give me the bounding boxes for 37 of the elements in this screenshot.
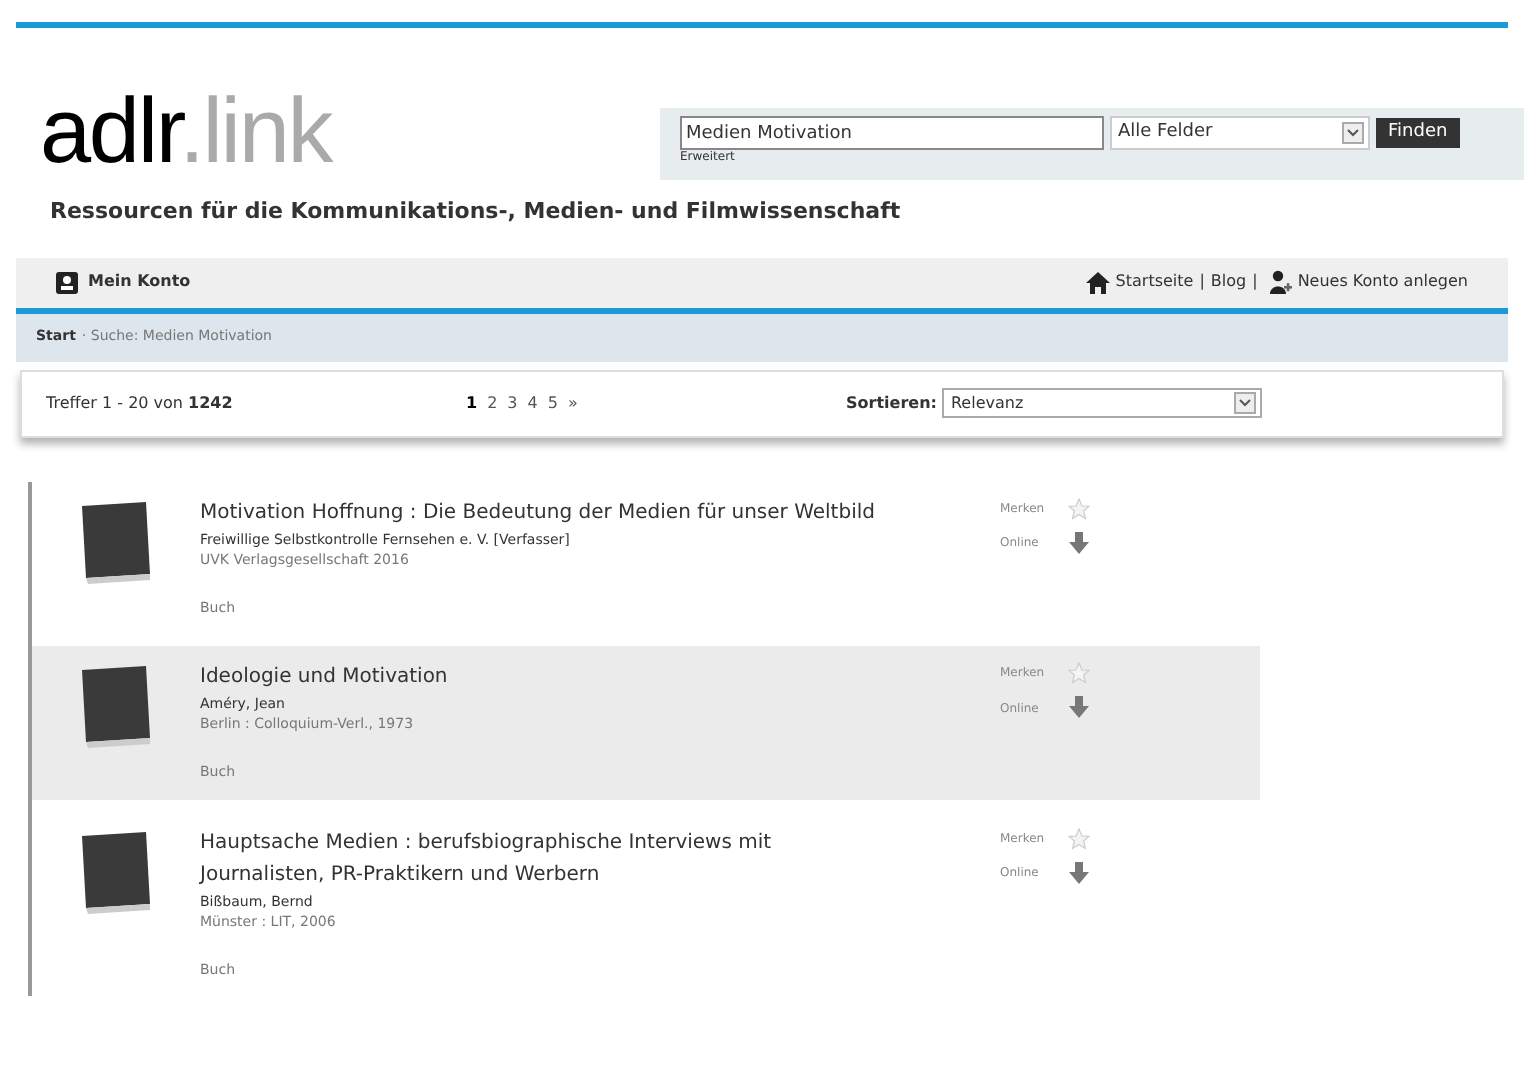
book-icon [76,666,156,750]
account-icon [56,271,78,293]
download-icon[interactable] [1068,861,1090,885]
result-title[interactable]: Motivation Hoffnung : Die Bedeutung der Medien für unser Weltbild [200,497,880,529]
result-title[interactable]: Ideologie und Motivation [200,662,880,694]
home-icon [1085,271,1110,293]
page-link[interactable]: » [567,391,578,415]
sort-select[interactable]: Relevanz [942,388,1263,418]
separator: | [1199,270,1205,294]
page-link[interactable]: 3 [507,391,518,415]
account-link[interactable]: Mein Konto [56,270,191,294]
page-link[interactable]: 1 [466,391,478,415]
book-icon [76,831,156,915]
page-link[interactable]: 2 [487,391,498,415]
page-link[interactable]: 4 [527,391,538,415]
search-field[interactable]: Medien Motivation [680,116,1104,150]
star-icon[interactable] [1068,662,1090,684]
user-add-icon [1269,270,1292,294]
separator: | [1252,270,1258,294]
tagline: Ressourcen für die Kommunikations-, Medien- und Filmwissenschaft [48,196,903,228]
search-button[interactable]: Finden [1376,118,1460,148]
dropdown-icon [1234,392,1257,414]
result-count: Treffer 1 - 20 von 1242 [46,391,235,415]
download-icon[interactable] [1068,531,1090,555]
field-select[interactable]: Alle Felder [1110,116,1370,150]
sort-label: Sortieren: [846,391,937,415]
dropdown-icon [1342,122,1364,144]
book-icon [76,501,156,585]
star-icon[interactable] [1068,497,1090,519]
download-icon[interactable] [1068,696,1090,720]
page-link[interactable]: 5 [547,391,558,415]
result-title[interactable]: Hauptsache Medien : berufsbiographische Interviews mit Journalisten, PR-Praktikern und Werbern [200,827,880,891]
nav-link[interactable]: Neues Konto anlegen [1297,270,1468,294]
nav-link[interactable]: Startseite [1115,270,1194,294]
logo[interactable]: adlr.link [0,84,660,176]
star-icon[interactable] [1068,827,1090,849]
nav-link[interactable]: Blog [1210,270,1247,294]
